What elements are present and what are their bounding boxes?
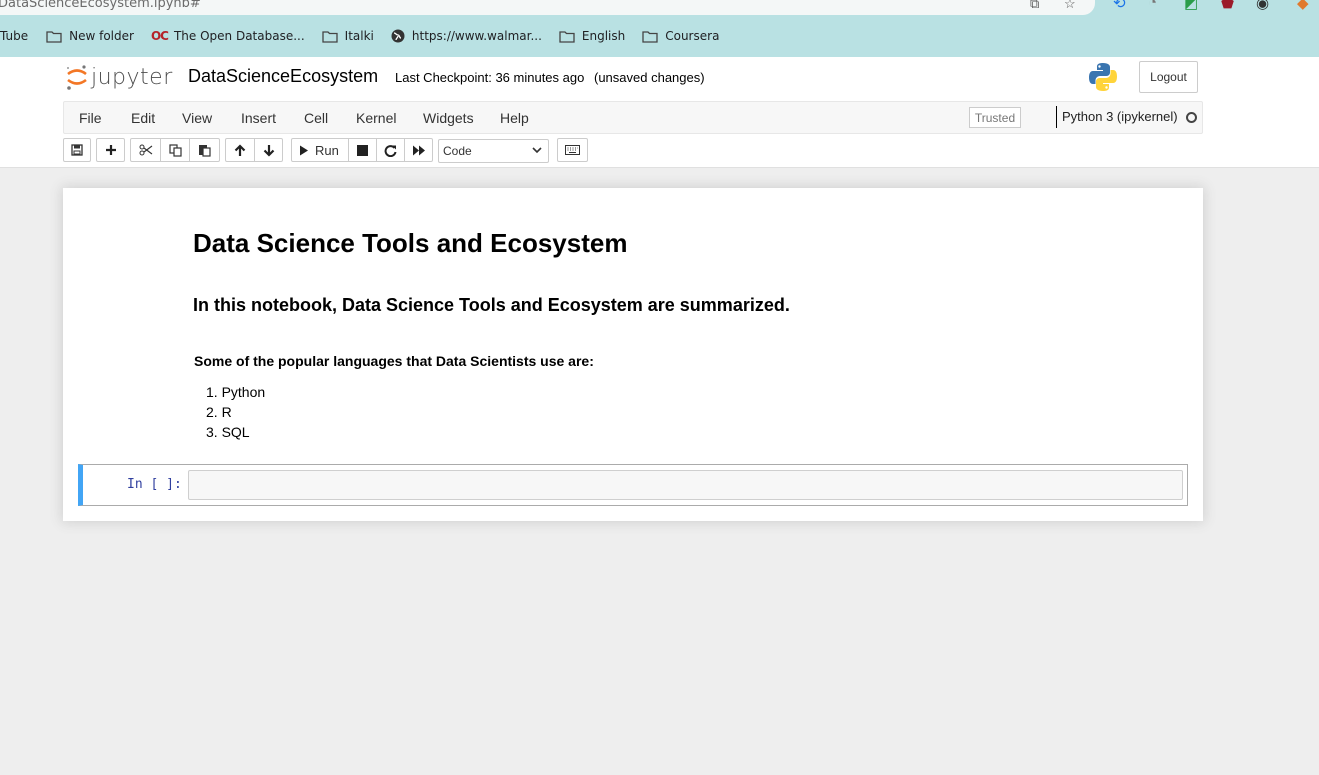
arrow-up-icon	[234, 143, 246, 156]
bookmark-coursera[interactable]: Coursera	[642, 29, 719, 43]
jupyter-logo-text: jupyter	[91, 64, 173, 90]
restart-icon	[384, 144, 397, 157]
restart-kernel-button[interactable]	[376, 138, 405, 162]
bookmark-italki[interactable]: Italki	[322, 29, 374, 43]
folder-icon	[322, 30, 338, 43]
run-button[interactable]: Run	[291, 138, 349, 162]
menu-help[interactable]: Help	[500, 110, 529, 126]
oc-logo-icon: OC	[150, 29, 169, 43]
save-icon	[71, 144, 83, 156]
copy-icon	[168, 143, 182, 157]
bookmark-open-database[interactable]: OC The Open Database...	[151, 29, 305, 43]
extension-icon[interactable]: ◩	[1184, 0, 1198, 12]
menu-insert[interactable]: Insert	[241, 110, 276, 126]
menu-bar: File Edit View Insert Cell Kernel Widget…	[63, 101, 1203, 134]
extension-icon[interactable]: ◆	[1297, 0, 1309, 12]
bookmark-new-folder[interactable]: New folder	[46, 29, 134, 43]
last-checkpoint: Last Checkpoint: 36 minutes ago	[395, 70, 585, 85]
logout-button[interactable]: Logout	[1139, 61, 1198, 93]
cut-button[interactable]	[130, 138, 161, 162]
notebook-container: Data Science Tools and Ecosystem In this…	[63, 188, 1203, 521]
restart-run-all-button[interactable]	[404, 138, 433, 162]
menu-widgets[interactable]: Widgets	[423, 110, 474, 126]
jupyter-logo[interactable]: jupyter	[66, 62, 173, 92]
move-down-button[interactable]	[254, 138, 283, 162]
list-item: 3. SQL	[206, 424, 250, 440]
input-prompt: In [ ]:	[127, 477, 182, 492]
move-up-button[interactable]	[225, 138, 255, 162]
save-button[interactable]	[63, 138, 91, 162]
extension-icon[interactable]: ◉	[1256, 0, 1269, 12]
kernel-idle-indicator-icon	[1186, 112, 1197, 123]
globe-icon	[391, 29, 405, 43]
menu-file[interactable]: File	[79, 110, 102, 126]
bookmark-tube[interactable]: Tube	[0, 29, 28, 43]
list-item: 1. Python	[206, 384, 266, 400]
languages-list: 1. Python 2. R 3. SQL	[206, 384, 265, 444]
python-logo-icon	[1089, 63, 1117, 91]
copy-button[interactable]	[160, 138, 190, 162]
insert-cell-button[interactable]	[96, 138, 125, 162]
arrow-down-icon	[263, 144, 274, 157]
kernel-name[interactable]: Python 3 (ipykernel)	[1056, 106, 1178, 128]
extension-icon[interactable]: ⬟	[1221, 0, 1234, 12]
extension-icon[interactable]: ◔	[1148, 0, 1157, 11]
menu-edit[interactable]: Edit	[131, 110, 155, 126]
notebook-toolbar: Run Code	[63, 138, 663, 163]
code-input[interactable]	[188, 470, 1183, 500]
paste-icon	[199, 144, 211, 157]
folder-icon	[46, 30, 62, 43]
menu-cell[interactable]: Cell	[304, 110, 328, 126]
plus-icon	[105, 145, 116, 155]
code-cell[interactable]: In [ ]:	[78, 464, 1188, 506]
stop-icon	[357, 144, 368, 156]
play-icon	[300, 145, 308, 155]
jupyter-header: jupyter DataScienceEcosystem Last Checkp…	[0, 57, 1319, 168]
folder-icon	[559, 30, 575, 43]
notebook-name[interactable]: DataScienceEcosystem	[188, 66, 378, 87]
menu-kernel[interactable]: Kernel	[356, 110, 396, 126]
folder-icon	[642, 30, 658, 43]
trusted-indicator[interactable]: Trusted	[969, 107, 1021, 128]
paste-button[interactable]	[189, 138, 220, 162]
notebook-title-heading: Data Science Tools and Ecosystem	[193, 228, 628, 258]
chevron-down-icon	[532, 147, 542, 154]
scissors-icon	[139, 144, 152, 156]
translate-icon[interactable]: ⧉	[1030, 0, 1039, 12]
bookmarks-bar: Tube New folder OC The Open Database... …	[0, 24, 736, 48]
bookmark-walmart[interactable]: https://www.walmar...	[391, 29, 542, 43]
menu-view[interactable]: View	[182, 110, 212, 126]
interrupt-kernel-button[interactable]	[348, 138, 377, 162]
bookmark-english[interactable]: English	[559, 29, 625, 43]
fast-forward-icon	[412, 145, 425, 155]
unsaved-changes-indicator: (unsaved changes)	[594, 70, 705, 85]
bookmark-star-icon[interactable]: ☆	[1064, 0, 1076, 12]
keyboard-icon	[565, 145, 580, 155]
url-text: DataScienceEcosystem.ipynb#	[0, 0, 201, 11]
address-bar[interactable]: DataScienceEcosystem.ipynb# ⧉ ☆	[0, 0, 1095, 15]
extension-icon[interactable]: ⟲	[1113, 0, 1126, 12]
list-item: 2. R	[206, 404, 232, 420]
browser-chrome: DataScienceEcosystem.ipynb# ⧉ ☆ ⟲ ◔ ◩ ⬟ …	[0, 0, 1319, 57]
cell-type-select[interactable]: Code	[438, 139, 549, 163]
jupyter-logo-icon	[67, 65, 87, 90]
intro-heading: In this notebook, Data Science Tools and…	[193, 295, 790, 315]
command-palette-button[interactable]	[557, 138, 588, 162]
languages-heading: Some of the popular languages that Data …	[194, 353, 594, 369]
